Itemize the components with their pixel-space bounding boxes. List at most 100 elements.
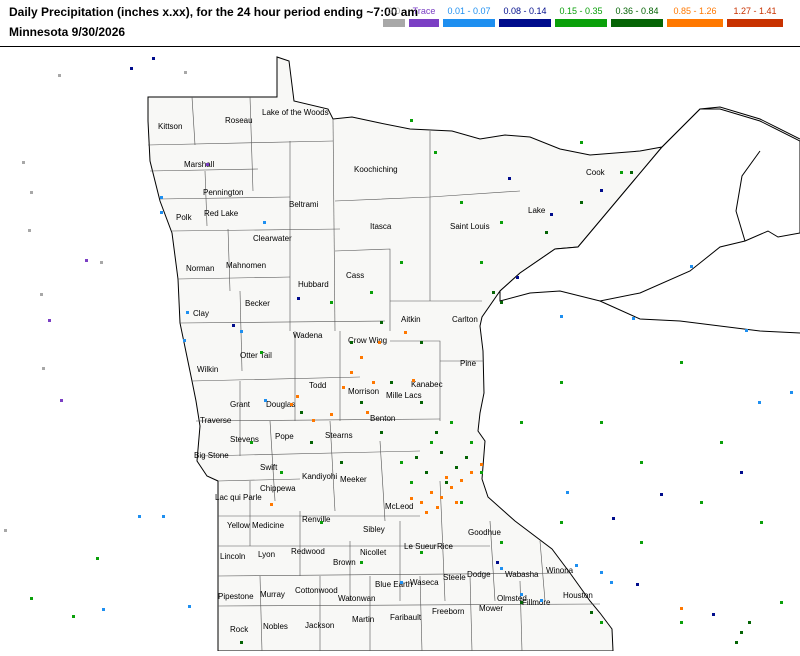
- station-marker: [412, 379, 415, 382]
- county-label: Dodge: [467, 570, 491, 579]
- station-marker: [342, 386, 345, 389]
- station-marker: [540, 599, 543, 602]
- station-marker: [240, 641, 243, 644]
- station-marker: [152, 57, 155, 60]
- county-label: Mower: [479, 604, 503, 613]
- station-marker: [720, 441, 723, 444]
- station-marker: [360, 401, 363, 404]
- county-label: Lake: [528, 206, 546, 215]
- station-marker: [500, 541, 503, 544]
- station-marker: [745, 329, 748, 332]
- station-marker: [380, 321, 383, 324]
- county-label: Becker: [245, 299, 270, 308]
- county-label: McLeod: [385, 502, 413, 511]
- station-marker: [42, 367, 45, 370]
- county-label: Lyon: [258, 550, 275, 559]
- station-marker: [600, 189, 603, 192]
- station-marker: [372, 381, 375, 384]
- legend-label: 0.36 - 0.84: [615, 6, 659, 16]
- station-marker: [460, 501, 463, 504]
- county-label: Stearns: [325, 431, 353, 440]
- station-marker: [440, 451, 443, 454]
- county-label: Chippewa: [260, 484, 296, 493]
- station-marker: [186, 311, 189, 314]
- station-marker: [400, 461, 403, 464]
- county-label: Marshall: [184, 160, 214, 169]
- station-marker: [270, 503, 273, 506]
- county-label: Le Sueur: [404, 542, 437, 551]
- station-marker: [470, 441, 473, 444]
- station-marker: [640, 461, 643, 464]
- station-marker: [330, 413, 333, 416]
- station-marker: [48, 319, 51, 322]
- station-marker: [480, 463, 483, 466]
- legend-item: 0.08 - 0.14: [499, 6, 551, 27]
- station-marker: [610, 581, 613, 584]
- county-label: Todd: [309, 381, 326, 390]
- station-marker: [263, 221, 266, 224]
- station-marker: [580, 201, 583, 204]
- station-marker: [420, 501, 423, 504]
- legend-item: 0.85 - 1.26: [667, 6, 723, 27]
- legend-item: 0.15 - 0.35: [555, 6, 607, 27]
- station-marker: [130, 67, 133, 70]
- station-marker: [410, 119, 413, 122]
- station-marker: [436, 506, 439, 509]
- county-label: Clay: [193, 309, 209, 318]
- station-marker: [360, 561, 363, 564]
- county-label: Fillmore: [522, 598, 551, 607]
- station-marker: [58, 74, 61, 77]
- station-marker: [320, 521, 323, 524]
- station-marker: [566, 491, 569, 494]
- station-marker: [470, 471, 473, 474]
- station-marker: [600, 421, 603, 424]
- station-marker: [425, 471, 428, 474]
- county-label: Yellow Medicine: [227, 521, 285, 530]
- county-label: Steele: [443, 573, 466, 582]
- station-marker: [636, 583, 639, 586]
- station-marker: [450, 486, 453, 489]
- station-marker: [378, 341, 381, 344]
- station-marker: [434, 151, 437, 154]
- precip-legend: 0.0 Trace 0.01 - 0.07 0.08 - 0.14 0.15 -…: [383, 6, 795, 40]
- station-marker: [520, 601, 523, 604]
- station-marker: [560, 315, 563, 318]
- county-label: Lincoln: [220, 552, 245, 561]
- county-label: Nicollet: [360, 548, 387, 557]
- legend-swatch: [727, 19, 783, 27]
- legend-label: 0.08 - 0.14: [503, 6, 547, 16]
- station-marker: [102, 608, 105, 611]
- station-marker: [420, 341, 423, 344]
- county-label: Mahnomen: [226, 261, 266, 270]
- county-label: Carlton: [452, 315, 478, 324]
- station-marker: [480, 261, 483, 264]
- station-marker: [400, 261, 403, 264]
- county-label: Clearwater: [253, 234, 292, 243]
- legend-swatch: [555, 19, 607, 27]
- station-marker: [360, 356, 363, 359]
- station-marker: [680, 621, 683, 624]
- station-marker: [404, 331, 407, 334]
- station-marker: [184, 71, 187, 74]
- county-label: Lac qui Parle: [215, 493, 262, 502]
- county-label: Renville: [302, 515, 331, 524]
- station-marker: [22, 161, 25, 164]
- station-marker: [420, 401, 423, 404]
- station-marker: [160, 211, 163, 214]
- station-marker: [500, 567, 503, 570]
- county-label: Hubbard: [298, 280, 329, 289]
- station-marker: [560, 381, 563, 384]
- station-marker: [748, 621, 751, 624]
- station-marker: [580, 141, 583, 144]
- station-marker: [100, 261, 103, 264]
- station-marker: [72, 615, 75, 618]
- station-marker: [612, 517, 615, 520]
- station-marker: [560, 521, 563, 524]
- legend-item: 1.27 - 1.41: [727, 6, 783, 27]
- legend-label: 0.15 - 0.35: [559, 6, 603, 16]
- station-marker: [445, 481, 448, 484]
- county-label: Norman: [186, 264, 214, 273]
- legend-label: 0.0: [387, 6, 401, 16]
- station-marker: [297, 297, 300, 300]
- county-label: Jackson: [305, 621, 334, 630]
